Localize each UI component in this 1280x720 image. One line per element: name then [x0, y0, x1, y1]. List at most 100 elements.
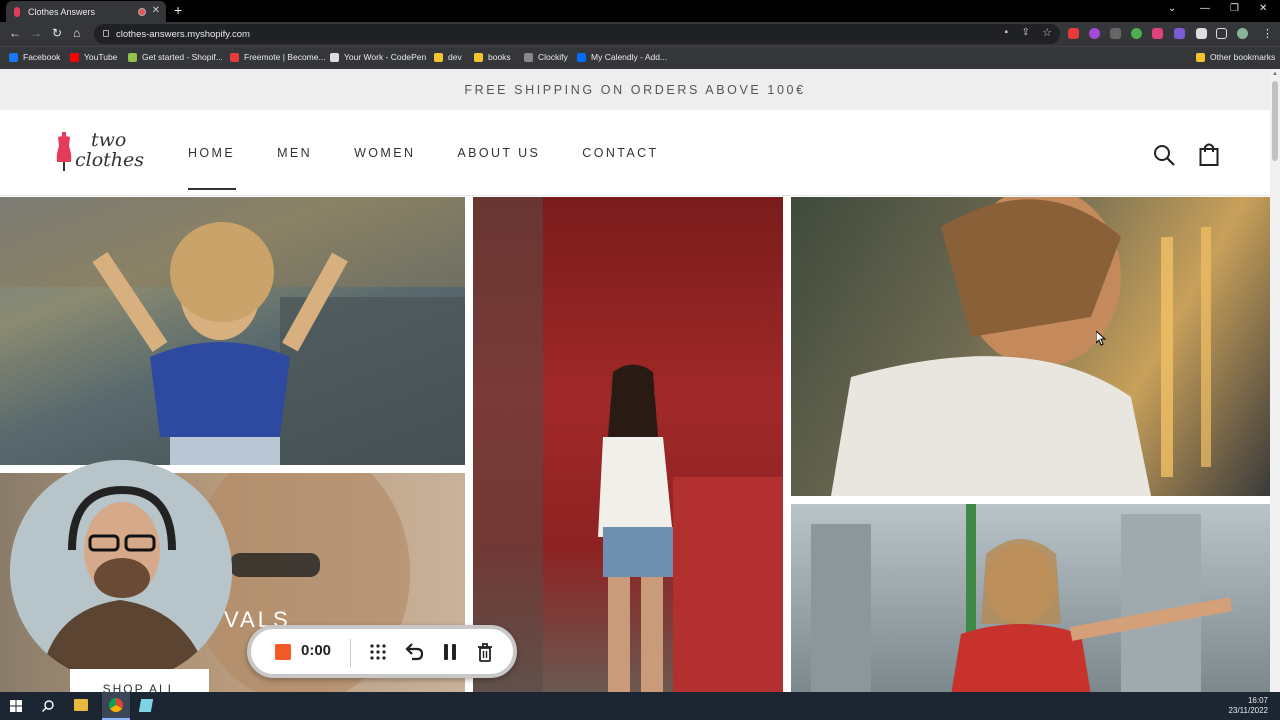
screen-recorder-controls: 0:00: [247, 625, 517, 678]
bookmark-item[interactable]: Freemote | Become...: [230, 52, 326, 62]
logo-line-2: clothes: [75, 149, 145, 171]
extension-icon[interactable]: [1174, 28, 1185, 39]
windows-taskbar: 16:07 23/11/2022: [0, 692, 1280, 720]
bookmark-item[interactable]: YouTube: [70, 52, 117, 62]
bookmark-favicon-icon: [524, 52, 533, 62]
bookmark-item[interactable]: Your Work - CodePen: [330, 52, 426, 62]
site-header: two clothes HOME MEN WOMEN ABOUT US CONTACT: [0, 110, 1270, 196]
clock-time: 16:07: [1247, 696, 1268, 705]
side-panel-icon[interactable]: [1216, 28, 1227, 39]
nav-item-home[interactable]: HOME: [188, 146, 237, 190]
chrome-icon: [109, 698, 123, 712]
chrome-taskbar-button[interactable]: [102, 692, 130, 720]
address-bar[interactable]: clothes-answers.myshopify.com ▪ ⇪ ☆: [94, 24, 1060, 44]
puzzle-icon[interactable]: [1196, 28, 1207, 39]
stop-icon[interactable]: [275, 644, 291, 660]
nav-item-women[interactable]: WOMEN: [354, 146, 415, 160]
tab-search-icon[interactable]: ⌄: [1168, 3, 1176, 14]
scrollbar-thumb[interactable]: [1272, 81, 1278, 161]
bookmark-label: dev: [448, 52, 462, 62]
profile-avatar[interactable]: [1237, 28, 1248, 39]
url-text: clothes-answers.myshopify.com: [116, 28, 250, 40]
other-bookmarks[interactable]: Other bookmarks: [1196, 52, 1275, 62]
bookmark-favicon-icon: [70, 52, 79, 62]
store-logo[interactable]: two clothes: [55, 130, 155, 178]
new-tab-button[interactable]: +: [174, 2, 182, 18]
bookmark-label: My Calendly - Add...: [591, 52, 668, 62]
favicon-icon: [14, 6, 20, 17]
bookmark-item[interactable]: books: [474, 52, 511, 62]
bookmark-favicon-icon: [474, 52, 483, 62]
logo-line-1: two: [91, 129, 127, 151]
tab-title: Clothes Answers: [28, 6, 96, 17]
forward-icon[interactable]: →: [30, 26, 42, 40]
nav-item-about-us[interactable]: ABOUT US: [457, 146, 540, 160]
hero-photo-woman-ferris-wheel[interactable]: [0, 197, 465, 465]
system-clock[interactable]: 16:07 23/11/2022: [1229, 696, 1268, 716]
dress-form-icon: [56, 132, 72, 171]
home-icon[interactable]: ⌂: [73, 26, 80, 40]
search-icon[interactable]: [42, 700, 54, 712]
search-icon[interactable]: [1153, 144, 1175, 166]
browser-toolbar: ← → ↻ ⌂ clothes-answers.myshopify.com ▪ …: [0, 22, 1280, 46]
extension-icon[interactable]: [1089, 28, 1100, 39]
bookmark-item[interactable]: dev: [434, 52, 462, 62]
extension-icon[interactable]: [1152, 28, 1163, 39]
shopping-bag-icon[interactable]: [1199, 142, 1219, 166]
bookmark-item[interactable]: Facebook: [9, 52, 60, 62]
share-icon[interactable]: ⇪: [1022, 27, 1030, 38]
nav-item-men[interactable]: MEN: [277, 146, 312, 160]
back-icon[interactable]: ←: [9, 26, 21, 40]
minimize-button[interactable]: —: [1200, 3, 1210, 14]
bookmark-favicon-icon: [128, 52, 137, 62]
bookmark-star-icon[interactable]: ☆: [1042, 26, 1052, 39]
close-tab-icon[interactable]: ✕: [152, 5, 160, 16]
clock-date: 23/11/2022: [1228, 706, 1268, 715]
hero-photo-woman-red-wall[interactable]: [473, 197, 783, 692]
camera-icon[interactable]: ▪: [1004, 27, 1008, 38]
recording-indicator-icon: [138, 8, 146, 16]
bookmark-label: Get started - Shopif...: [142, 52, 223, 62]
reload-icon[interactable]: ↻: [52, 26, 62, 40]
bookmark-favicon-icon: [577, 52, 586, 62]
adblock-extension-icon[interactable]: [1068, 28, 1079, 39]
bookmark-item[interactable]: Get started - Shopif...: [128, 52, 223, 62]
app-icon[interactable]: [138, 699, 154, 712]
bookmark-label: Clockify: [538, 52, 568, 62]
scroll-up-icon[interactable]: ▲: [1272, 71, 1278, 77]
bookmark-label: books: [488, 52, 511, 62]
bookmark-item[interactable]: Clockify: [524, 52, 568, 62]
page-scrollbar[interactable]: ▲: [1270, 69, 1280, 692]
bookmark-label: YouTube: [84, 52, 118, 62]
undo-icon[interactable]: [404, 643, 424, 661]
shop-all-button[interactable]: SHOP ALL: [70, 669, 209, 692]
pause-icon[interactable]: [442, 643, 458, 661]
announcement-bar: FREE SHIPPING ON ORDERS ABOVE 100€: [0, 69, 1270, 110]
mouse-cursor: [1096, 331, 1106, 346]
bookmarks-bar: Facebook YouTube Get started - Shopif... Fr…: [0, 46, 1280, 69]
bookmark-label: Facebook: [23, 52, 61, 62]
file-explorer-icon[interactable]: [74, 699, 88, 711]
hero-photo-man-smiling[interactable]: [791, 197, 1270, 496]
tab-bar: Clothes Answers ✕ + ⌄ — ❐ ✕: [0, 0, 1280, 22]
restore-button[interactable]: ❐: [1230, 3, 1239, 14]
extension-icon[interactable]: [1131, 28, 1142, 39]
hero-photo-woman-rooftop[interactable]: [791, 504, 1270, 692]
extension-icon[interactable]: [1110, 28, 1121, 39]
menu-icon[interactable]: ⋮: [1262, 27, 1273, 40]
close-window-button[interactable]: ✕: [1259, 3, 1267, 14]
windows-start-icon[interactable]: [10, 700, 22, 712]
bookmark-favicon-icon: [9, 52, 18, 62]
move-icon[interactable]: [369, 643, 387, 661]
browser-tab[interactable]: Clothes Answers ✕: [6, 1, 166, 22]
bookmark-favicon-icon: [434, 52, 443, 62]
nav-item-contact[interactable]: CONTACT: [582, 146, 658, 160]
bookmark-item[interactable]: My Calendly - Add...: [577, 52, 667, 62]
divider: [350, 639, 351, 667]
delete-icon[interactable]: [477, 643, 493, 662]
main-navigation: HOME MEN WOMEN ABOUT US CONTACT: [188, 146, 701, 190]
bookmark-label: Your Work - CodePen: [344, 52, 427, 62]
recording-timer: 0:00: [301, 642, 332, 659]
browser-chrome: Clothes Answers ✕ + ⌄ — ❐ ✕ ← → ↻ ⌂ clot…: [0, 0, 1280, 69]
webcam-overlay: [10, 460, 232, 682]
